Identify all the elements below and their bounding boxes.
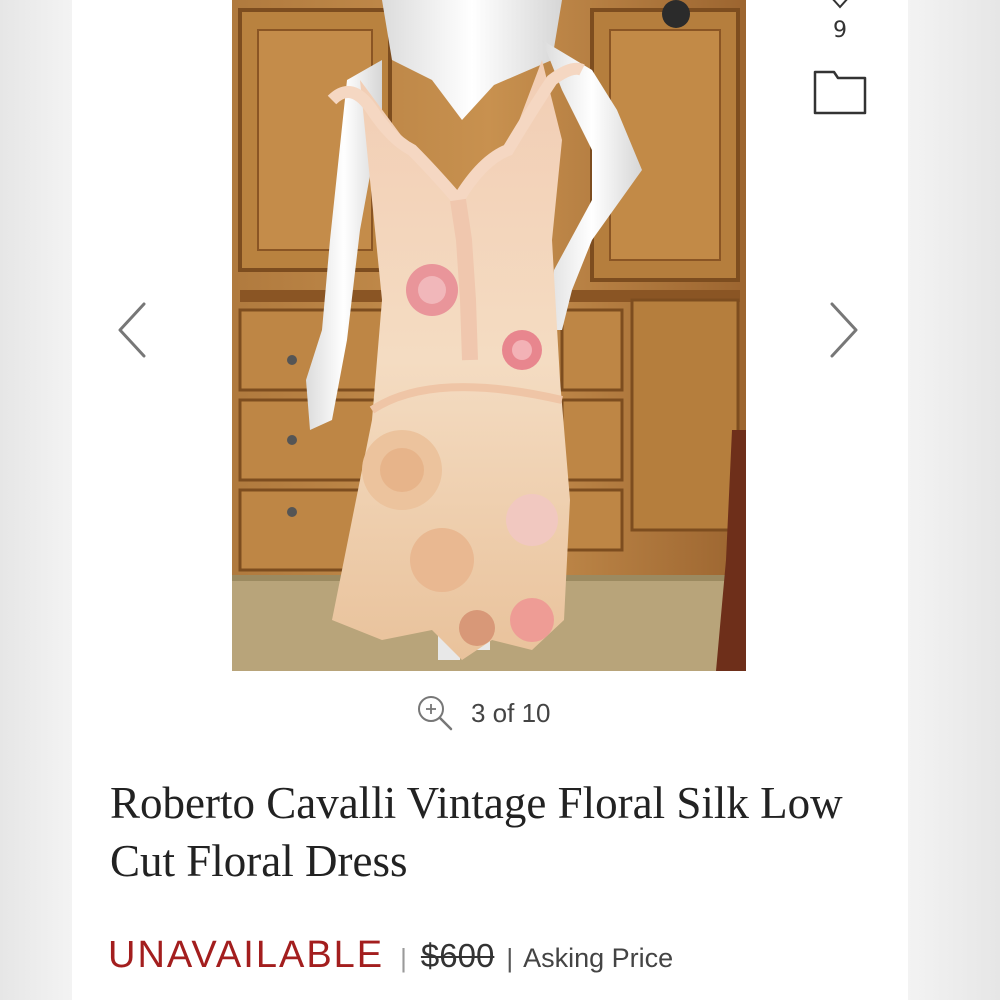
folder-icon[interactable] [812,68,868,116]
zoom-in-icon[interactable] [415,693,455,733]
status-separator: | [400,943,407,973]
product-title: Roberto Cavalli Vintage Floral Silk Low … [110,778,843,886]
chevron-right-icon[interactable] [814,290,874,370]
page-edge-right [908,0,1000,1000]
asking-price-label: Asking Price [523,943,674,973]
image-counter: 3 of 10 [415,690,551,736]
price-separator: | [506,943,514,973]
availability-status: UNAVAILABLE [108,934,385,976]
original-price: $600 [420,937,495,974]
heart-icon[interactable] [828,0,852,10]
product-page: 9 3 of 10 Roberto Cavalli Vintage Floral… [72,0,908,1000]
chevron-left-icon[interactable] [102,290,162,370]
dress-on-mannequin-image [232,0,746,671]
price-row: UNAVAILABLE | $600 | Asking Price [108,934,673,990]
product-photo[interactable] [232,0,746,671]
page-edge-left [0,0,72,1000]
image-counter-text: 3 of 10 [471,697,551,728]
favorite-count: 9 [833,18,847,43]
